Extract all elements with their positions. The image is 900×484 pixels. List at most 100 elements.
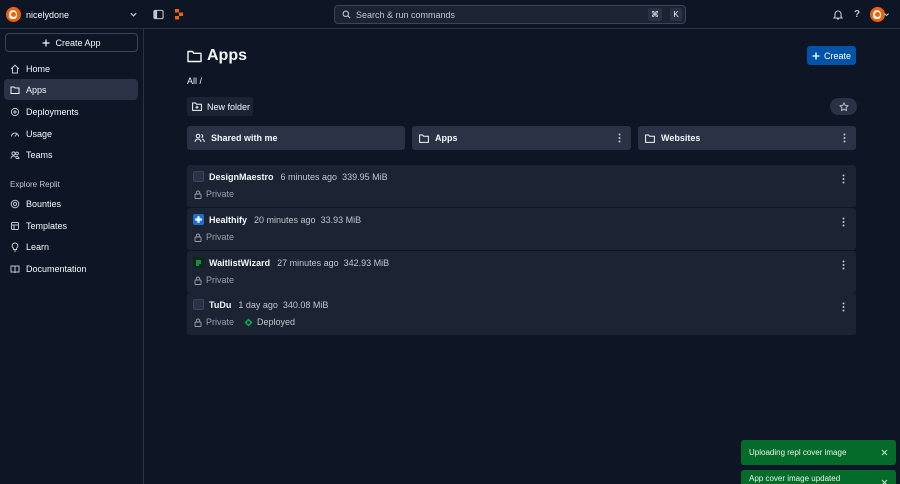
repl-time: 20 minutes ago xyxy=(254,214,316,225)
bounties-icon xyxy=(10,199,20,209)
repl-time: 1 day ago xyxy=(238,299,278,310)
home-icon xyxy=(10,64,20,74)
top-bar: nicelydone Search & run commands ⌘ K ? xyxy=(0,0,900,29)
sidebar-toggle-icon[interactable] xyxy=(151,7,165,21)
deployed-icon xyxy=(244,318,253,327)
repl-row-designmaestro[interactable]: DesignMaestro 6 minutes ago 339.95 MiB P… xyxy=(187,165,856,207)
sidebar-item-label: Teams xyxy=(26,149,53,160)
plus-icon xyxy=(42,39,50,47)
repl-size: 342.93 MiB xyxy=(343,257,390,268)
repl-name[interactable]: WaitlistWizard xyxy=(209,258,270,268)
replit-logo-icon[interactable] xyxy=(172,7,186,21)
shortcut-mod-key: ⌘ xyxy=(648,8,662,21)
repl-cover-icon xyxy=(193,299,204,310)
repl-cover-icon xyxy=(193,171,204,182)
people-icon xyxy=(194,133,205,143)
toast-message: Uploading repl cover image xyxy=(749,448,847,457)
folder-icon xyxy=(419,134,429,143)
lock-icon xyxy=(194,190,202,199)
sidebar-item-label: Templates xyxy=(26,220,68,231)
star-icon xyxy=(838,101,849,112)
sidebar: Create App Home Apps Deployments Usage T… xyxy=(0,29,144,484)
deployed-status: Deployed xyxy=(244,317,295,327)
search-input[interactable]: Search & run commands ⌘ K xyxy=(334,5,686,24)
main-content: Apps Create All / New folder Shared with… xyxy=(144,29,900,484)
breadcrumb[interactable]: All / xyxy=(187,76,202,86)
templates-icon xyxy=(10,221,20,231)
repl-time: 6 minutes ago xyxy=(280,171,338,182)
repl-size: 339.95 MiB xyxy=(342,171,388,182)
more-vertical-icon[interactable] xyxy=(838,217,848,227)
sidebar-item-bounties[interactable]: Bounties xyxy=(4,193,138,214)
privacy-label: Private xyxy=(206,275,235,285)
lock-icon xyxy=(194,318,202,327)
sidebar-item-label: Bounties xyxy=(26,198,62,209)
repl-size: 340.08 MiB xyxy=(282,299,329,310)
sidebar-item-label: Home xyxy=(26,63,51,74)
sidebar-item-label: Deployments xyxy=(26,106,79,117)
folder-label: Websites xyxy=(661,133,701,143)
sidebar-item-deployments[interactable]: Deployments xyxy=(4,101,138,122)
bell-icon[interactable] xyxy=(831,7,845,21)
repl-row-tudu[interactable]: TuDu 1 day ago 340.08 MiB Private Deploy… xyxy=(187,293,856,335)
avatar xyxy=(6,7,21,22)
folder-label: Shared with me xyxy=(211,133,278,143)
repl-row-waitlistwizard[interactable]: WaitlistWizard 27 minutes ago 342.93 MiB… xyxy=(187,251,856,293)
sidebar-item-documentation[interactable]: Documentation xyxy=(4,258,138,279)
sidebar-item-teams[interactable]: Teams xyxy=(4,144,138,165)
lock-icon xyxy=(194,233,202,242)
sidebar-item-label: Apps xyxy=(26,84,47,95)
sidebar-item-learn[interactable]: Learn xyxy=(4,236,138,257)
sidebar-item-apps[interactable]: Apps xyxy=(4,79,138,100)
more-vertical-icon[interactable] xyxy=(839,133,849,143)
sidebar-item-home[interactable]: Home xyxy=(4,58,138,79)
folder-websites[interactable]: Websites xyxy=(638,126,856,150)
more-vertical-icon[interactable] xyxy=(838,302,848,312)
folder-apps[interactable]: Apps xyxy=(412,126,631,150)
close-icon[interactable] xyxy=(881,479,888,484)
learn-icon xyxy=(10,241,20,252)
folder-label: Apps xyxy=(435,133,458,143)
folder-icon xyxy=(645,134,655,143)
user-menu[interactable]: nicelydone xyxy=(6,6,138,23)
help-icon[interactable]: ? xyxy=(850,7,864,21)
folder-icon xyxy=(10,85,20,95)
more-vertical-icon[interactable] xyxy=(838,260,848,270)
more-vertical-icon[interactable] xyxy=(838,174,848,184)
repl-name[interactable]: DesignMaestro xyxy=(209,172,274,182)
toast-message: App cover image updated successfully xyxy=(749,473,841,484)
shortcut-letter-key: K xyxy=(670,8,682,21)
more-vertical-icon[interactable] xyxy=(614,133,624,143)
sidebar-item-usage[interactable]: Usage xyxy=(4,123,138,144)
toast-uploading: Uploading repl cover image xyxy=(741,440,896,465)
chevron-down-icon xyxy=(129,10,138,19)
page-title: Apps xyxy=(187,47,247,65)
deployed-label: Deployed xyxy=(257,317,296,327)
documentation-icon xyxy=(10,264,20,274)
healthify-cover-icon xyxy=(193,214,204,225)
new-folder-button[interactable]: New folder xyxy=(187,97,253,116)
toast-updated: App cover image updated successfully xyxy=(741,470,896,484)
waitlistwizard-cover-icon xyxy=(193,257,204,268)
username: nicelydone xyxy=(26,9,70,20)
sidebar-item-templates[interactable]: Templates xyxy=(4,215,138,236)
sidebar-item-label: Learn xyxy=(26,241,50,252)
folder-shared-with-me[interactable]: Shared with me xyxy=(187,126,405,150)
profile-chevron-icon[interactable] xyxy=(883,11,890,18)
create-button[interactable]: Create xyxy=(807,46,856,65)
new-folder-label: New folder xyxy=(207,101,251,112)
folder-icon xyxy=(187,50,202,63)
privacy-label: Private xyxy=(206,232,235,242)
teams-icon xyxy=(10,150,20,160)
create-app-button[interactable]: Create App xyxy=(5,33,138,52)
repl-name[interactable]: TuDu xyxy=(209,300,231,310)
close-icon[interactable] xyxy=(881,449,888,456)
create-app-label: Create App xyxy=(55,37,101,48)
repl-row-healthify[interactable]: Healthify 20 minutes ago 33.93 MiB Priva… xyxy=(187,208,856,250)
favorite-star-button[interactable] xyxy=(830,98,857,115)
repl-size: 33.93 MiB xyxy=(320,214,362,225)
search-placeholder: Search & run commands xyxy=(356,9,456,20)
search-icon xyxy=(342,10,351,19)
lock-icon xyxy=(194,276,202,285)
repl-name[interactable]: Healthify xyxy=(209,215,247,225)
